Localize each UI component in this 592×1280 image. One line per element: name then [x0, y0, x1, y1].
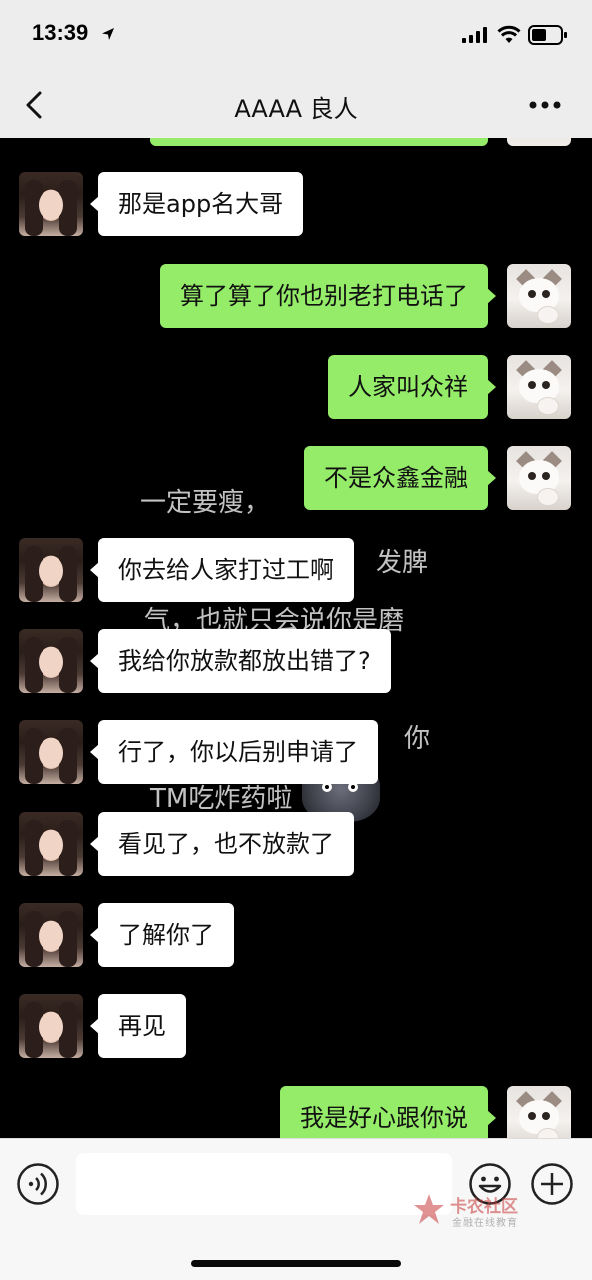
watermark-logo-icon — [414, 1194, 444, 1224]
nav-bar: AAAA 良人 — [0, 72, 592, 138]
cat-avatar[interactable] — [507, 264, 571, 328]
message-bubble-incoming[interactable]: 了解你了 — [90, 903, 234, 967]
message-row: 不是众鑫金融 — [0, 446, 592, 510]
home-indicator — [191, 1260, 401, 1267]
message-bubble-incoming[interactable]: 那是app名大哥 — [89, 172, 304, 236]
cat-avatar[interactable] — [507, 138, 571, 146]
girl-avatar[interactable] — [19, 172, 83, 236]
status-time: 13:39 — [32, 20, 89, 45]
message-row: 了解你了 — [0, 903, 592, 967]
status-bar: 13:39 — [0, 0, 592, 72]
signal-icon — [462, 27, 487, 43]
message-bubble-incoming[interactable]: 我给你放款都放出错了? — [90, 629, 391, 693]
message-bubble-incoming[interactable]: 你去给人家打过工啊 — [90, 538, 354, 602]
message-bubble-incoming[interactable]: 行了，你以后别申请了 — [90, 720, 378, 784]
message-row: 我给你放款都放出错了? — [0, 629, 592, 693]
location-arrow-icon — [102, 28, 114, 40]
chat-title: AAAA 良人 — [234, 95, 358, 123]
girl-avatar[interactable] — [19, 812, 83, 876]
message-bubble-outgoing[interactable]: 不是众鑫金融 — [304, 446, 496, 510]
watermark-subtitle: 金融在线教育 — [452, 1218, 518, 1229]
message-row: 再见 — [0, 994, 592, 1058]
message-bubble-outgoing[interactable]: 算了算了你也别老打电话了 — [160, 264, 496, 328]
watermark: 卡农社区 金融在线教育 — [412, 1190, 536, 1230]
message-row: 人家叫众祥 — [0, 355, 592, 419]
message-row: 那是app名大哥 — [0, 172, 592, 236]
girl-avatar[interactable] — [19, 903, 83, 967]
girl-avatar[interactable] — [19, 994, 83, 1058]
cat-avatar[interactable] — [507, 355, 571, 419]
plus-icon[interactable] — [530, 1162, 574, 1206]
girl-avatar[interactable] — [19, 538, 83, 602]
partial-message-bubble[interactable] — [150, 138, 488, 146]
girl-avatar[interactable] — [19, 720, 83, 784]
wifi-icon — [497, 25, 521, 43]
message-row: 行了，你以后别申请了 — [0, 720, 592, 784]
message-bubble-outgoing[interactable]: 人家叫众祥 — [328, 355, 496, 419]
message-row: 你去给人家打过工啊 — [0, 538, 592, 602]
cat-avatar[interactable] — [507, 446, 571, 510]
voice-icon[interactable] — [16, 1162, 60, 1206]
chat-area[interactable]: 一定要瘦， 发脾 气，也就只会说你是磨 你 TM吃炸药啦 那是app名大哥 算了… — [0, 138, 592, 1138]
cat-avatar[interactable] — [507, 1086, 571, 1138]
message-bubble-outgoing[interactable]: 我是好心跟你说 — [280, 1086, 496, 1138]
more-icon[interactable] — [528, 100, 562, 110]
message-bubble-incoming[interactable]: 再见 — [90, 994, 186, 1058]
message-row: 看见了，也不放款了 — [0, 812, 592, 876]
message-row: 我是好心跟你说 — [0, 1086, 592, 1138]
girl-avatar[interactable] — [19, 629, 83, 693]
message-bubble-incoming[interactable]: 看见了，也不放款了 — [90, 812, 354, 876]
battery-icon — [528, 25, 567, 45]
message-row: 算了算了你也别老打电话了 — [0, 264, 592, 328]
message-input[interactable] — [76, 1153, 452, 1215]
